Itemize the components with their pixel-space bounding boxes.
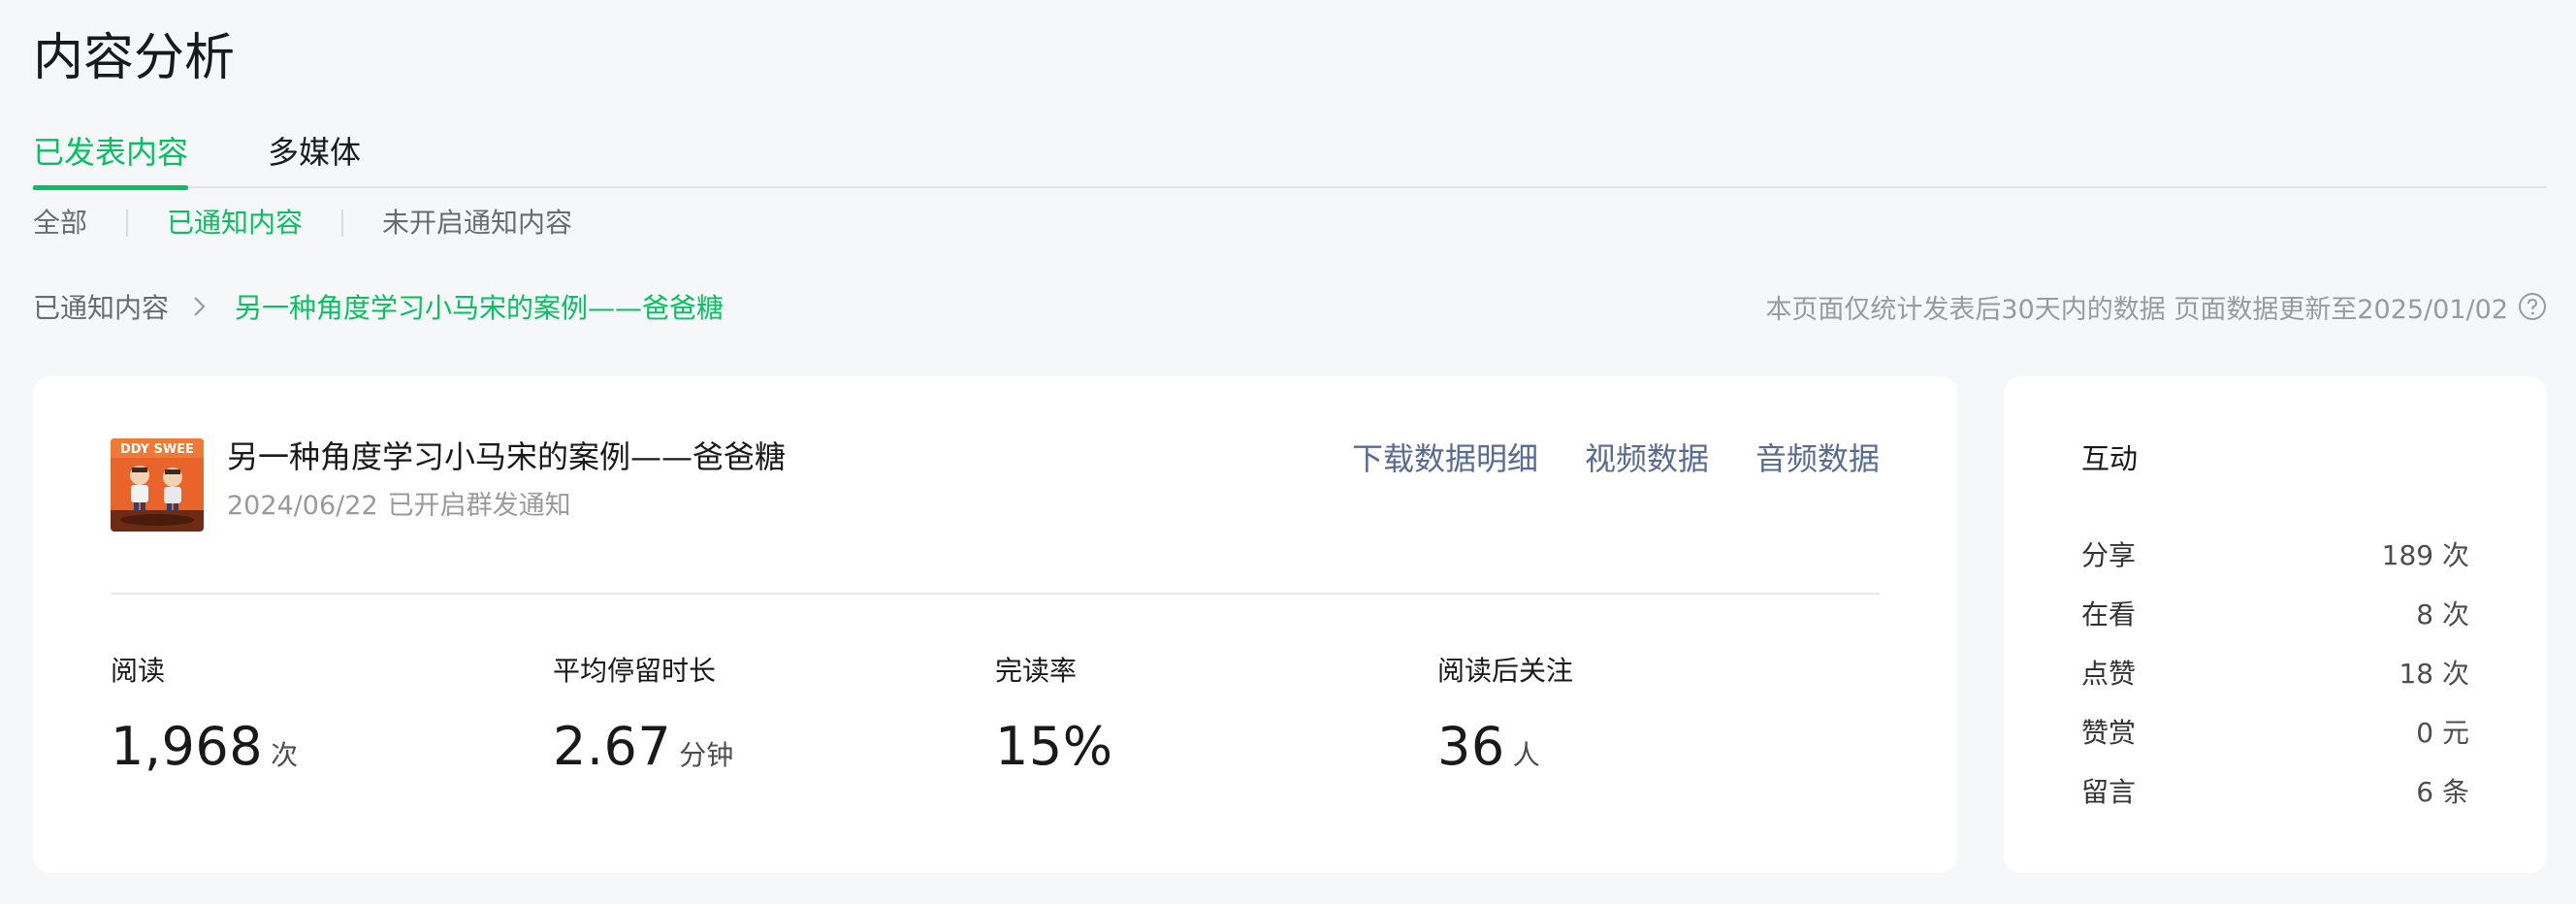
chevron-right-icon [180, 296, 219, 317]
interaction-value: 6 条 [2416, 775, 2469, 808]
download-details-link[interactable]: 下载数据明细 [1352, 436, 1538, 481]
stat-value: 1,968 [111, 716, 264, 777]
interaction-label: 在看 [2081, 597, 2137, 630]
interaction-row-watching: 在看 8 次 [2081, 583, 2469, 642]
stat-value: 2.67 [553, 716, 672, 777]
interaction-value: 0 元 [2416, 716, 2469, 749]
breadcrumb-current: 另一种角度学习小马宋的案例——爸爸糖 [235, 292, 724, 324]
interaction-list: 分享 189 次 在看 8 次 点赞 18 次 赞赏 0 元 留言 6 条 [2081, 524, 2469, 820]
stat-value: 36 [1437, 716, 1505, 777]
filter-not-notified[interactable]: 未开启通知内容 [382, 200, 572, 246]
stat-value: 15% [995, 716, 1113, 777]
interaction-value: 189 次 [2381, 538, 2469, 571]
article-title: 另一种角度学习小马宋的案例——爸爸糖 [227, 438, 787, 475]
article-summary-card: DDY SWEE 另一种角度学习小马宋的案例——爸爸糖 2024/06/22 已开… [33, 376, 1957, 873]
stat-label: 完读率 [995, 655, 1078, 687]
filter-divider [341, 210, 344, 237]
breadcrumb: 已通知内容 另一种角度学习小马宋的案例——爸爸糖 [33, 283, 724, 330]
tab-multimedia[interactable]: 多媒体 [268, 130, 361, 188]
stat-reads: 阅读 1,968 次 [111, 652, 298, 778]
stat-unit: 次 [271, 739, 299, 771]
interaction-label: 点赞 [2081, 657, 2137, 690]
stat-label: 阅读 [111, 655, 166, 687]
video-data-link[interactable]: 视频数据 [1585, 436, 1709, 481]
interaction-row-tips: 赞赏 0 元 [2081, 701, 2469, 760]
article-stats: 阅读 1,968 次 平均停留时长 2.67 分钟 完读率 15% 阅读后关注 … [111, 652, 1880, 807]
interaction-card: 互动 分享 189 次 在看 8 次 点赞 18 次 赞赏 0 元 留言 6 条 [2004, 376, 2547, 873]
stat-unit: 人 [1512, 739, 1540, 771]
article-date: 2024/06/22 [227, 491, 378, 521]
interaction-value: 18 次 [2399, 657, 2469, 690]
interaction-row-share: 分享 189 次 [2081, 524, 2469, 583]
article-thumbnail: DDY SWEE [111, 438, 204, 532]
data-notice-text: 本页面仅统计发表后30天内的数据 页面数据更新至2025/01/02 [1765, 294, 2508, 325]
stat-follows-after-read: 阅读后关注 36 人 [1437, 652, 1573, 778]
filter-notified[interactable]: 已通知内容 [167, 200, 303, 246]
stat-avg-duration: 平均停留时长 2.67 分钟 [553, 652, 733, 778]
breadcrumb-root-link[interactable]: 已通知内容 [33, 287, 169, 326]
filter-all[interactable]: 全部 [33, 200, 87, 246]
interaction-row-likes: 点赞 18 次 [2081, 642, 2469, 701]
primary-tabs: 已发表内容 多媒体 [33, 130, 2547, 190]
stat-label: 平均停留时长 [553, 655, 717, 687]
data-notice: 本页面仅统计发表后30天内的数据 页面数据更新至2025/01/02 [1765, 283, 2547, 330]
filter-divider [126, 210, 129, 237]
interaction-row-comments: 留言 6 条 [2081, 760, 2469, 820]
article-actions: 下载数据明细 视频数据 音频数据 [1352, 436, 1880, 481]
interaction-label: 分享 [2081, 538, 2137, 571]
page-title: 内容分析 [33, 29, 236, 87]
content-analysis-page: 内容分析 已发表内容 多媒体 全部 已通知内容 未开启通知内容 已通知内容 另一… [0, 0, 2576, 904]
question-circle-icon[interactable] [2518, 292, 2547, 321]
interaction-value: 8 次 [2416, 597, 2469, 630]
stat-label: 阅读后关注 [1437, 655, 1574, 687]
interaction-title: 互动 [2081, 442, 2139, 475]
content-filter-bar: 全部 已通知内容 未开启通知内容 [33, 200, 572, 246]
divider [111, 593, 1880, 595]
stat-completion-rate: 完读率 15% [995, 652, 1121, 778]
interaction-label: 留言 [2081, 775, 2137, 808]
svg-text:DDY SWEE: DDY SWEE [120, 442, 194, 457]
audio-data-link[interactable]: 音频数据 [1755, 436, 1880, 481]
stat-unit: 分钟 [679, 739, 734, 771]
article-meta: 2024/06/22 已开启群发通知 [227, 487, 571, 526]
tab-published-content[interactable]: 已发表内容 [33, 130, 188, 190]
article-status: 已开启群发通知 [387, 491, 571, 521]
interaction-label: 赞赏 [2081, 716, 2137, 749]
